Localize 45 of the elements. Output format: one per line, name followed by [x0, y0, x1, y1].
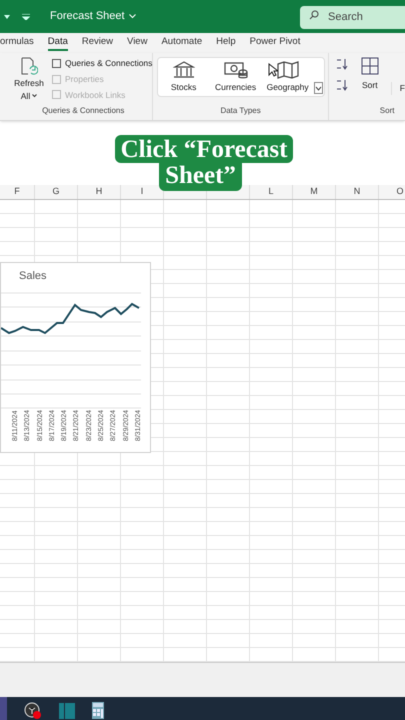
ribbon-tab[interactable]: Help	[216, 35, 236, 51]
ribbon-tab[interactable]: Automate	[161, 35, 202, 51]
currency-icon	[224, 60, 248, 79]
group-label: Sort	[380, 105, 396, 117]
workbook-title[interactable]: Forecast Sheet	[50, 8, 136, 25]
column-header[interactable]: G	[35, 185, 78, 199]
chart-title: Sales	[19, 269, 48, 284]
recorder-icon[interactable]	[24, 702, 42, 720]
gallery-more-icon[interactable]	[314, 82, 323, 94]
ribbon-tab[interactable]: Review	[82, 35, 114, 51]
refresh-all-button[interactable]: Refresh All	[14, 57, 44, 105]
data-type-button[interactable]: Geography	[262, 60, 314, 94]
sort-icon	[360, 57, 379, 75]
callout-text: Sheet”	[159, 163, 242, 191]
ribbon-tab[interactable]: Data	[48, 35, 68, 51]
group-label: Data Types	[220, 105, 261, 117]
mouse-pointer-icon	[268, 63, 278, 77]
taskbar-edge	[0, 697, 7, 720]
chevron-down-icon	[128, 14, 136, 19]
column-header[interactable]: L	[250, 185, 293, 199]
column-header[interactable]: M	[293, 185, 336, 199]
column-header[interactable]: N	[336, 185, 379, 199]
chevron-down-icon	[32, 94, 38, 98]
group-label: Queries & Connections	[41, 105, 126, 117]
caret-icon	[4, 14, 10, 18]
data-type-button[interactable]: Currencies	[210, 60, 262, 94]
ribbon-command[interactable]: Queries & Connections	[52, 57, 152, 70]
column-header[interactable]: H	[78, 185, 121, 199]
search-field[interactable]: Search	[300, 6, 405, 29]
map-icon	[276, 60, 299, 79]
sort-ascending-icon[interactable]	[334, 57, 349, 93]
ribbon-tab[interactable]: Power Pivot	[250, 35, 300, 51]
ribbon-tab[interactable]: ormulas	[0, 35, 34, 51]
search-icon	[309, 10, 319, 20]
ribbon-tab[interactable]: View	[127, 35, 148, 51]
refresh-icon	[20, 57, 38, 77]
column-header[interactable]: O	[379, 185, 405, 199]
data-type-button[interactable]: Stocks	[158, 60, 210, 94]
callout-text: Click “Forecast	[114, 135, 294, 163]
bank-icon	[172, 60, 195, 79]
panel-app-icon[interactable]	[59, 702, 75, 718]
customize-icon[interactable]	[22, 14, 30, 20]
ribbon-command[interactable]: F	[390, 82, 405, 95]
column-header[interactable]: F	[0, 185, 35, 199]
sort-button[interactable]: Sort	[360, 57, 379, 92]
